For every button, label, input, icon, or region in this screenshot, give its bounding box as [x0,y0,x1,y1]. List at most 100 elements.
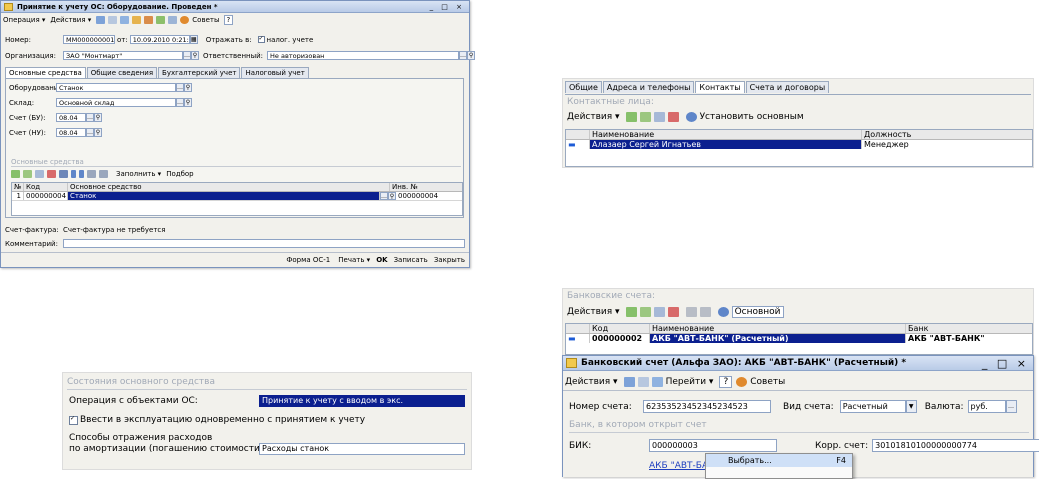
add-icon[interactable] [625,112,637,122]
fill-menu[interactable]: Заполнить ▾ [116,170,161,178]
refresh-icon[interactable] [637,377,649,387]
currency-input[interactable]: руб. [967,400,1006,413]
tab-accounts[interactable]: Счета и договоры [745,81,830,93]
sort-desc-icon[interactable] [99,170,108,178]
end-edit-icon[interactable] [59,170,68,178]
select-button[interactable]: … [176,83,184,92]
form-os1-button[interactable]: Форма ОС-1 [286,256,330,264]
goto-icon[interactable] [120,16,130,24]
select-button[interactable]: … [183,51,191,60]
advice-button[interactable]: Советы [192,16,219,24]
actions-menu[interactable]: Действия ▾ [567,307,620,317]
open-icon[interactable]: ⚲ [94,128,102,137]
delete-row-icon[interactable] [47,170,56,178]
column-header[interactable]: № [12,183,24,191]
account-type-select[interactable]: Расчетный [839,400,906,413]
help-button[interactable]: ? [223,15,234,25]
goto-menu[interactable]: Перейти ▾ [666,377,714,387]
date-input[interactable]: 10.09.2010 0:21:24 [129,35,190,44]
dt-kt-icon[interactable] [156,16,166,24]
delete-icon[interactable] [667,112,679,122]
organization-input[interactable]: ЗАО "Монтмарт" [63,51,183,60]
tab-fixed-assets[interactable]: Основные средства [5,67,86,78]
contact-name[interactable]: Алазаер Сергей Игнатьев [590,140,862,149]
column-header[interactable]: Наименование [650,324,906,333]
copy-row-icon[interactable] [23,170,32,178]
ok-button[interactable]: OK [376,256,387,264]
edit-icon[interactable] [653,307,665,317]
tab-accounting[interactable]: Бухгалтерский учет [158,67,241,78]
refresh-icon[interactable] [685,112,697,122]
edit-row-icon[interactable] [35,170,44,178]
open-icon[interactable]: ⚲ [191,51,199,60]
actions-menu[interactable]: Действия ▾ [565,377,618,387]
window-controls[interactable]: _ □ × [982,357,1029,370]
advice-icon[interactable] [180,16,190,24]
help-button[interactable]: ? [719,376,733,388]
edit-icon[interactable] [653,112,665,122]
account-nu-input[interactable]: 08.04 [56,128,86,137]
column-header[interactable]: Код [24,183,68,191]
account-name[interactable]: АКБ "АВТ-БАНК" (Расчетный) [650,334,906,343]
operation-menu[interactable]: Операция ▾ [3,16,45,24]
select-button[interactable]: … [86,113,94,122]
open-icon[interactable]: ⚲ [94,113,102,122]
commission-checkbox[interactable] [69,415,78,425]
bik-input[interactable]: 000000003 [649,439,777,452]
responsible-input[interactable]: Не авторизован [267,51,460,60]
column-header[interactable]: Наименование [590,130,862,139]
menu-item-select[interactable]: Выбрать... F4 [706,454,852,467]
column-header[interactable]: Должность [862,130,1022,139]
column-header[interactable]: Банк [906,324,1032,333]
calendar-icon[interactable]: ▦ [189,35,198,44]
set-main-button[interactable]: Установить основным [700,112,804,122]
open-icon[interactable]: ⚲ [388,192,396,200]
structure-icon[interactable] [132,16,142,24]
table-row[interactable]: ▬ Алазаер Сергей Игнатьев Менеджер [566,140,1032,149]
table-row[interactable]: ▬ 000000002 АКБ "АВТ-БАНК" (Расчетный) А… [566,334,1032,343]
select-button[interactable]: … [86,128,94,137]
operation-select[interactable]: Принятие к учету с вводом в экс. [259,395,465,407]
main-button[interactable]: Основной [731,306,784,318]
column-header[interactable]: Код [590,324,650,333]
expense-input[interactable]: Расходы станок [259,443,465,455]
refresh-icon[interactable] [717,307,729,317]
movements-icon[interactable] [144,16,154,24]
back-icon[interactable] [623,377,635,387]
tab-general[interactable]: Общие [565,81,602,93]
tab-addresses[interactable]: Адреса и телефоны [602,81,695,93]
tab-general[interactable]: Общие сведения [86,67,158,78]
warehouse-input[interactable]: Основной склад [56,98,176,107]
sort-asc-icon[interactable] [87,170,96,178]
select-items-button[interactable]: Подбор [166,170,193,178]
select-button[interactable]: … [380,192,388,200]
comment-input[interactable] [63,239,465,248]
actions-menu[interactable]: Действия ▾ [567,112,620,122]
column-header[interactable]: Инв. № [390,183,460,191]
move-down-icon[interactable] [79,170,84,178]
select-button[interactable]: … [1005,400,1017,413]
chevron-down-icon[interactable]: ▼ [905,400,917,413]
open-icon[interactable]: ⚲ [467,51,476,60]
corr-account-input[interactable]: 30101810100000000774 [872,439,1039,452]
add-icon[interactable] [625,307,637,317]
select-button[interactable]: … [459,51,468,60]
select-button[interactable]: … [176,98,184,107]
tax-account-checkbox[interactable] [257,35,265,43]
table-row[interactable]: 1 000000004 Станок … ⚲ 000000004 [12,192,462,201]
advice-icon[interactable] [736,377,748,387]
back-icon[interactable] [96,16,106,24]
open-icon[interactable]: ⚲ [184,98,192,107]
bank-link[interactable]: АКБ "АВТ-БА [649,461,708,471]
tab-contacts[interactable]: Контакты [695,81,745,93]
report-icon[interactable] [168,16,178,24]
invoice-link[interactable]: Счет-фактура не требуется [63,226,165,234]
close-button[interactable]: Закрыть [434,256,465,264]
filter-clear-icon[interactable] [699,307,711,317]
equipment-input[interactable]: Станок [56,83,176,92]
window-controls[interactable]: _ □ × [430,3,465,11]
copy-icon[interactable] [639,112,651,122]
tab-tax[interactable]: Налоговый учет [241,67,309,78]
number-input[interactable]: ММ000000001 [63,35,115,44]
delete-icon[interactable] [667,307,679,317]
